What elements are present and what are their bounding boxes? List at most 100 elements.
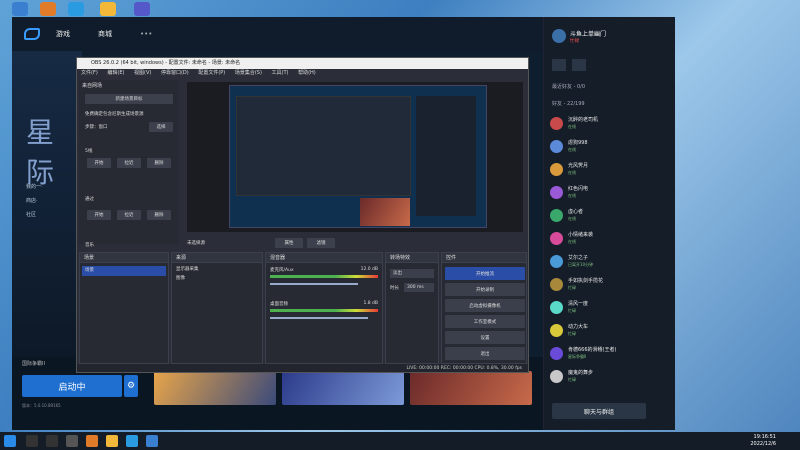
friend-name: 沉醉的老司机 xyxy=(568,117,599,123)
controls-dock: 控件 开始推流 开始录制 启动虚拟摄像机 工作室模式 设置 退出 xyxy=(441,252,527,364)
friend-row[interactable]: 魔鬼的舞步 忙碌 xyxy=(550,368,670,386)
task-view-icon[interactable] xyxy=(46,435,58,447)
taskbar-app-icon[interactable] xyxy=(126,435,138,447)
start-recording-button[interactable]: 开始录制 xyxy=(445,283,525,296)
side-link[interactable]: 我的一· xyxy=(26,183,43,190)
news-thumbnail[interactable] xyxy=(410,371,532,405)
battlenet-logo-icon[interactable] xyxy=(24,28,40,40)
settings-button[interactable]: 设置 xyxy=(445,331,525,344)
menu-item[interactable]: 工具(T) xyxy=(272,70,289,76)
friends-panel: 斗鱼上单幽门 忙碌 最近好友 - 0/0 好友 - 22/199 沉醉的老司机在… xyxy=(543,17,675,430)
friend-row[interactable]: 沉醉的老司机 在线 xyxy=(550,115,670,133)
game-hero-title: 星际 xyxy=(26,116,56,189)
open-button[interactable]: 开始 xyxy=(87,210,111,220)
menu-item[interactable]: 帮助(H) xyxy=(298,70,316,76)
system-clock[interactable]: 19:16:51 2022/12/6 xyxy=(750,434,776,448)
duration-input[interactable]: 300 ms xyxy=(404,283,434,292)
battlenet-icon[interactable] xyxy=(146,435,158,447)
delete-button[interactable]: 删除 xyxy=(147,158,171,168)
volume-slider[interactable] xyxy=(270,283,358,285)
my-name: 斗鱼上单幽门 xyxy=(570,31,607,38)
nav-games[interactable]: 游戏 xyxy=(56,29,70,39)
friend-row[interactable]: 虚心者 在线 xyxy=(550,207,670,225)
friend-row[interactable]: 红色闪电 在线 xyxy=(550,184,670,202)
desktop-app-icon[interactable] xyxy=(68,2,84,16)
friend-row[interactable]: 动力大车 忙碌 xyxy=(550,322,670,340)
zoom-button[interactable]: 拉近 xyxy=(117,210,141,220)
obs-statusbar: LIVE: 00:00:00 REC: 00:00:00 CPU: 0.8%, … xyxy=(77,364,528,372)
menu-item[interactable]: 停靠窗口(D) xyxy=(161,70,189,76)
add-friend-icon[interactable] xyxy=(552,59,566,71)
friend-name: 艾尔之子 xyxy=(568,255,589,261)
game-region-select[interactable]: 国际争霸II xyxy=(22,360,45,367)
friend-name: 小情绪来袭 xyxy=(568,232,594,238)
friend-row[interactable]: 艾尔之子 已离开10分钟 xyxy=(550,253,670,271)
section-label: 5线 xyxy=(85,149,93,154)
add-group-icon[interactable] xyxy=(572,59,586,71)
menu-item[interactable]: 视图(V) xyxy=(134,70,151,76)
friend-status: 忙碌 xyxy=(568,308,576,313)
friend-status: 在线 xyxy=(568,147,576,152)
source-item[interactable]: 图像 xyxy=(176,275,258,281)
desktop-app-icon[interactable] xyxy=(134,2,150,16)
preview-nested-window xyxy=(236,96,411,196)
properties-button[interactable]: 属性 xyxy=(275,238,303,248)
menu-item[interactable]: 编辑(E) xyxy=(107,70,124,76)
taskbar-app-icon[interactable] xyxy=(86,435,98,447)
scene-item[interactable]: 场景 xyxy=(82,266,166,276)
source-item[interactable]: 显示器采集 xyxy=(176,266,258,272)
obs-preview[interactable] xyxy=(187,82,523,232)
friend-row[interactable]: 小情绪来袭 在线 xyxy=(550,230,670,248)
transitions-header: 转场特效 xyxy=(386,253,438,263)
exit-button[interactable]: 退出 xyxy=(445,347,525,360)
desktop-app-icon[interactable] xyxy=(40,2,56,16)
volume-slider[interactable] xyxy=(270,317,368,319)
friend-row[interactable]: 虐狗998 在线 xyxy=(550,138,670,156)
menu-item[interactable]: 配置文件(P) xyxy=(198,70,225,76)
obs-icon[interactable] xyxy=(66,435,78,447)
new-scene-button[interactable]: 新建场景目标 xyxy=(85,94,173,104)
side-link[interactable]: 社区 xyxy=(26,211,36,218)
preview-friends-list xyxy=(416,96,476,216)
sources-dock: 来源 显示器采集 图像 xyxy=(171,252,263,364)
desktop-app-icon[interactable] xyxy=(12,2,28,16)
friend-status: 在线 xyxy=(568,124,576,129)
avatar[interactable] xyxy=(552,29,566,43)
avatar xyxy=(550,163,563,176)
section-label: 音乐 xyxy=(85,243,94,248)
start-icon[interactable] xyxy=(4,435,16,447)
open-button[interactable]: 开始 xyxy=(87,158,111,168)
select-button[interactable]: 选择 xyxy=(149,122,173,132)
desktop-app-icon[interactable] xyxy=(100,2,116,16)
nav-more[interactable]: ••• xyxy=(140,30,152,38)
news-thumbnail[interactable] xyxy=(282,371,404,405)
my-status[interactable]: 忙碌 xyxy=(570,38,579,44)
friend-row[interactable]: 清风一度 忙碌 xyxy=(550,299,670,317)
obs-titlebar[interactable]: OBS 26.0.2 (64 bit, windows) - 配置文件: 未命名… xyxy=(77,58,528,69)
friend-name: 光风霁月 xyxy=(568,163,589,169)
filters-button[interactable]: 滤镜 xyxy=(307,238,335,248)
friend-row[interactable]: 肯德666的滑稽(王者) 星际争霸II xyxy=(550,345,670,363)
friend-row[interactable]: 光风霁月 在线 xyxy=(550,161,670,179)
menu-item[interactable]: 场景集合(S) xyxy=(235,70,262,76)
delete-button[interactable]: 删除 xyxy=(147,210,171,220)
section-recent[interactable]: 最近好友 - 0/0 xyxy=(552,83,585,90)
chat-groups-button[interactable]: 聊天与群组 xyxy=(552,403,646,419)
studio-mode-button[interactable]: 工作室模式 xyxy=(445,315,525,328)
start-streaming-button[interactable]: 开始推流 xyxy=(445,267,525,280)
gear-icon[interactable]: ⚙ xyxy=(124,375,138,397)
panel-title: 来自网场 xyxy=(82,83,103,89)
nav-shop[interactable]: 商城 xyxy=(98,29,112,39)
virtual-camera-button[interactable]: 启动虚拟摄像机 xyxy=(445,299,525,312)
menu-item[interactable]: 文件(F) xyxy=(81,70,98,76)
friend-row[interactable]: 手如执剑手揽花 忙碌 xyxy=(550,276,670,294)
launch-button[interactable]: 启动中 xyxy=(22,375,122,397)
section-friends[interactable]: 好友 - 22/199 xyxy=(552,100,585,107)
taskbar-app-icon[interactable] xyxy=(106,435,118,447)
avatar xyxy=(550,370,563,383)
search-icon[interactable] xyxy=(26,435,38,447)
transition-select[interactable]: 淡出 xyxy=(390,269,434,278)
news-thumbnail[interactable] xyxy=(154,371,276,405)
side-link[interactable]: 商店· xyxy=(26,197,38,204)
zoom-button[interactable]: 拉近 xyxy=(117,158,141,168)
